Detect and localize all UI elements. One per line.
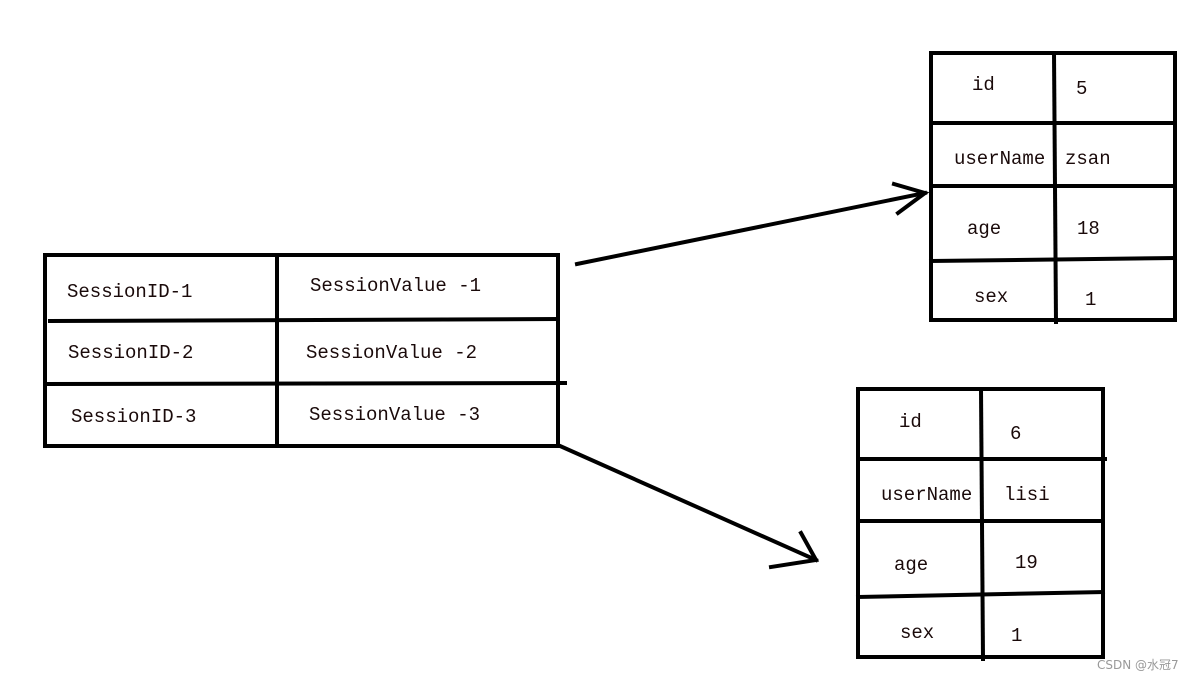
user-table-1: id 5 userName zsan age 18 sex 1 bbox=[928, 50, 1178, 325]
field-key: sex bbox=[974, 286, 1008, 308]
field-value: 18 bbox=[1077, 218, 1100, 240]
field-key: userName bbox=[881, 484, 972, 506]
session-value: SessionValue -1 bbox=[310, 275, 481, 297]
field-key: id bbox=[972, 74, 995, 96]
field-value: zsan bbox=[1065, 148, 1111, 170]
session-diagram: SessionID-1 SessionValue -1 SessionID-2 … bbox=[42, 50, 1178, 662]
user-table-2: id 6 userName lisi age 19 sex 1 bbox=[855, 386, 1107, 662]
session-id: SessionID-2 bbox=[68, 342, 193, 364]
field-key: id bbox=[899, 411, 922, 433]
field-value: 19 bbox=[1015, 552, 1038, 574]
field-key: userName bbox=[954, 148, 1045, 170]
field-value: lisi bbox=[1004, 484, 1050, 506]
watermark: CSDN @水冠7 bbox=[1097, 658, 1179, 672]
arrow-to-user-2 bbox=[557, 443, 820, 570]
field-value: 5 bbox=[1076, 78, 1087, 100]
field-value: 1 bbox=[1085, 289, 1096, 311]
session-id: SessionID-1 bbox=[67, 281, 192, 303]
field-key: age bbox=[894, 554, 928, 576]
arrow-to-user-1 bbox=[574, 181, 930, 267]
field-key: age bbox=[967, 218, 1001, 240]
session-value: SessionValue -3 bbox=[309, 404, 480, 426]
field-value: 6 bbox=[1010, 423, 1021, 445]
session-value: SessionValue -2 bbox=[306, 342, 477, 364]
session-id: SessionID-3 bbox=[71, 406, 196, 428]
field-key: sex bbox=[900, 622, 934, 644]
session-table: SessionID-1 SessionValue -1 SessionID-2 … bbox=[42, 253, 568, 448]
field-value: 1 bbox=[1011, 625, 1022, 647]
